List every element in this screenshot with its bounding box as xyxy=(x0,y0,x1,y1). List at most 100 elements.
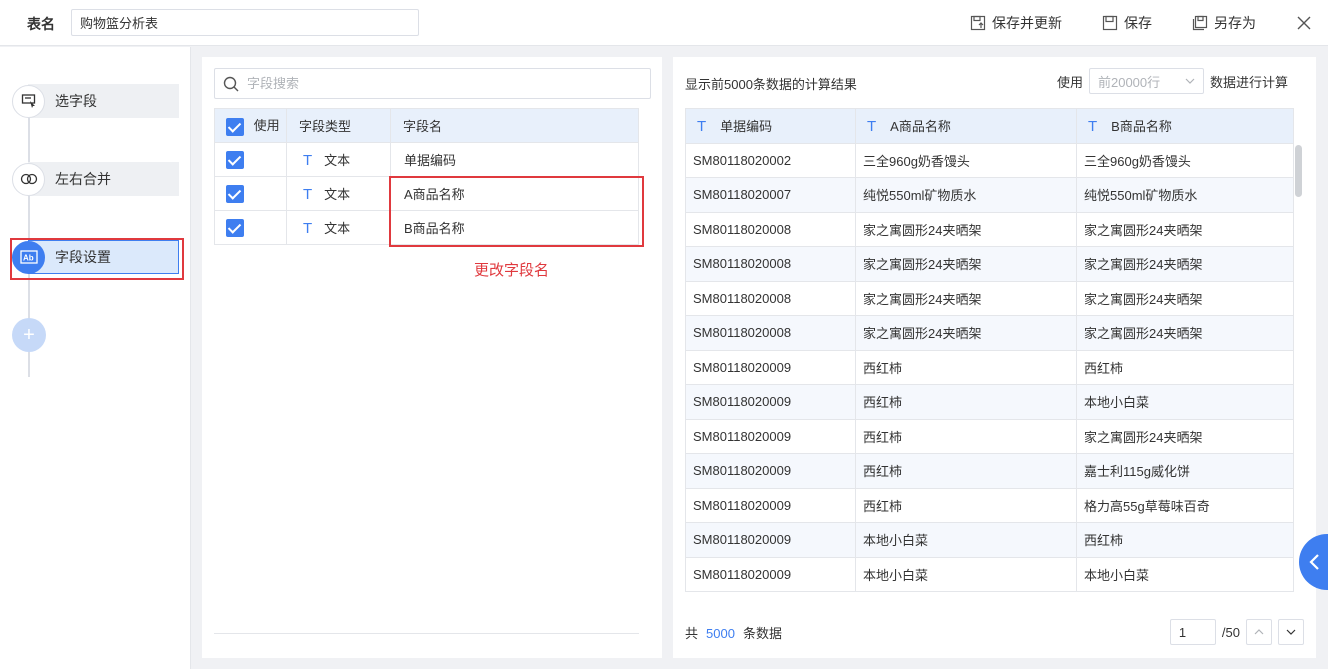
step-sidebar: 选字段 左右合并 Ab 字段设置 + xyxy=(0,47,191,669)
save-and-update-button[interactable]: 保存并更新 xyxy=(970,13,1062,33)
step-label: 左右合并 xyxy=(55,171,111,187)
table-row: SM80118020009 西红柿 西红柿 xyxy=(685,349,1294,385)
text-type-icon: T xyxy=(697,118,707,136)
panel-divider xyxy=(214,633,639,634)
table-cell: SM80118020008 xyxy=(685,246,856,282)
table-cell: 本地小白菜 xyxy=(1076,384,1294,420)
field-use-checkbox[interactable] xyxy=(226,184,244,203)
table-cell: 家之寓圆形24夹晒架 xyxy=(1076,246,1294,282)
select-all-checkbox[interactable] xyxy=(226,117,244,136)
close-icon[interactable] xyxy=(1296,15,1312,31)
table-cell: 本地小白菜 xyxy=(1076,556,1294,592)
table-cell: 西红柿 xyxy=(855,453,1077,489)
table-name-input[interactable] xyxy=(71,9,419,36)
text-type-icon: T xyxy=(867,118,877,136)
table-cell: SM80118020009 xyxy=(685,453,856,489)
save-icon xyxy=(1102,15,1118,31)
record-count-value: 5000 xyxy=(706,626,735,641)
table-cell: SM80118020009 xyxy=(685,349,856,385)
column-header: A商品名称 xyxy=(890,119,951,135)
field-table-header: 使用 字段类型 字段名 xyxy=(214,108,639,143)
field-select-icon xyxy=(12,84,45,118)
field-row: T 文本 单据编码 xyxy=(214,142,639,177)
table-row: SM80118020009 西红柿 家之寓圆形24夹晒架 xyxy=(685,418,1294,454)
top-bar: 表名 保存并更新 保存 另存为 xyxy=(0,0,1328,46)
table-cell: 家之寓圆形24夹晒架 xyxy=(855,211,1077,247)
table-cell: 西红柿 xyxy=(855,418,1077,454)
row-limit-value: 前20000行 xyxy=(1097,74,1161,90)
table-row: SM80118020009 西红柿 本地小白菜 xyxy=(685,384,1294,420)
highlight-box-fields xyxy=(389,176,644,247)
row-limit-control: 使用 前20000行 数据进行计算 xyxy=(1057,68,1288,94)
table-cell: 家之寓圆形24夹晒架 xyxy=(855,280,1077,316)
table-cell: 家之寓圆形24夹晒架 xyxy=(1076,315,1294,351)
save-button[interactable]: 保存 xyxy=(1102,13,1152,33)
vertical-scrollbar[interactable] xyxy=(1295,145,1302,197)
table-cell: 纯悦550ml矿物质水 xyxy=(1076,177,1294,213)
table-row: SM80118020008 家之寓圆形24夹晒架 家之寓圆形24夹晒架 xyxy=(685,315,1294,351)
row-limit-select[interactable]: 前20000行 xyxy=(1088,68,1204,94)
add-step-button[interactable]: + xyxy=(12,318,46,352)
plus-icon: + xyxy=(23,323,35,346)
text-type-icon: T xyxy=(1088,118,1098,136)
field-search-input[interactable] xyxy=(247,76,650,91)
step-label: 字段设置 xyxy=(55,249,111,265)
save-update-icon xyxy=(970,15,986,31)
table-cell: SM80118020009 xyxy=(685,522,856,558)
next-page-button[interactable] xyxy=(1278,619,1304,645)
chevron-down-icon xyxy=(1185,78,1195,84)
pagination: /50 xyxy=(1169,619,1304,645)
save-as-button[interactable]: 另存为 xyxy=(1192,13,1256,33)
save-and-update-label: 保存并更新 xyxy=(992,15,1062,31)
table-cell: SM80118020009 xyxy=(685,487,856,523)
chevron-down-icon xyxy=(1286,629,1296,635)
text-type-icon: T xyxy=(303,186,313,203)
top-actions: 保存并更新 保存 另存为 xyxy=(970,0,1328,46)
table-row: SM80118020007 纯悦550ml矿物质水 纯悦550ml矿物质水 xyxy=(685,177,1294,213)
rename-annotation: 更改字段名 xyxy=(474,262,550,279)
table-cell: 家之寓圆形24夹晒架 xyxy=(855,246,1077,282)
page-input[interactable] xyxy=(1169,619,1216,645)
preview-panel: 显示前5000条数据的计算结果 使用 前20000行 数据进行计算 T 单据编码 … xyxy=(673,57,1316,658)
table-cell: SM80118020009 xyxy=(685,384,856,420)
column-header: B商品名称 xyxy=(1111,119,1172,135)
field-use-checkbox[interactable] xyxy=(226,150,244,169)
field-use-checkbox[interactable] xyxy=(226,218,244,237)
table-row: SM80118020008 家之寓圆形24夹晒架 家之寓圆形24夹晒架 xyxy=(685,211,1294,247)
table-cell: 家之寓圆形24夹晒架 xyxy=(1076,211,1294,247)
table-row: SM80118020009 西红柿 嘉士利115g威化饼 xyxy=(685,453,1294,489)
step-select-fields[interactable]: 选字段 xyxy=(12,84,179,118)
table-cell: SM80118020007 xyxy=(685,177,856,213)
save-as-icon xyxy=(1192,15,1208,31)
table-name-label: 表名 xyxy=(27,16,55,32)
table-cell: SM80118020009 xyxy=(685,556,856,592)
column-header: 单据编码 xyxy=(720,119,773,135)
table-cell: 西红柿 xyxy=(855,384,1077,420)
field-type: 文本 xyxy=(324,153,351,168)
text-type-icon: T xyxy=(303,220,313,237)
table-cell: 嘉士利115g威化饼 xyxy=(1076,453,1294,489)
preview-table: T 单据编码 T A商品名称 T B商品名称 SM80118020002 三全960g奶… xyxy=(685,108,1294,592)
table-row: SM80118020008 家之寓圆形24夹晒架 家之寓圆形24夹晒架 xyxy=(685,280,1294,316)
table-cell: SM80118020009 xyxy=(685,418,856,454)
page-total: /50 xyxy=(1221,624,1240,640)
table-cell: 格力高55g草莓味百奇 xyxy=(1076,487,1294,523)
step-label: 选字段 xyxy=(55,93,97,109)
step-merge[interactable]: 左右合并 xyxy=(12,162,179,196)
table-row: SM80118020009 本地小白菜 西红柿 xyxy=(685,522,1294,558)
table-cell: 西红柿 xyxy=(855,487,1077,523)
preview-header: T 单据编码 T A商品名称 T B商品名称 xyxy=(685,108,1294,144)
table-cell: 纯悦550ml矿物质水 xyxy=(855,177,1077,213)
table-cell: 家之寓圆形24夹晒架 xyxy=(1076,280,1294,316)
table-cell: 本地小白菜 xyxy=(855,522,1077,558)
table-cell: SM80118020008 xyxy=(685,211,856,247)
table-cell: SM80118020008 xyxy=(685,280,856,316)
field-name[interactable]: 单据编码 xyxy=(390,142,639,177)
use-label: 使用 xyxy=(1056,74,1083,90)
table-cell: 西红柿 xyxy=(1076,349,1294,385)
table-row: SM80118020009 西红柿 格力高55g草莓味百奇 xyxy=(685,487,1294,523)
prev-page-button[interactable] xyxy=(1246,619,1272,645)
search-icon xyxy=(223,76,239,91)
table-cell: 西红柿 xyxy=(1076,522,1294,558)
table-cell: 三全960g奶香馒头 xyxy=(1076,142,1294,178)
